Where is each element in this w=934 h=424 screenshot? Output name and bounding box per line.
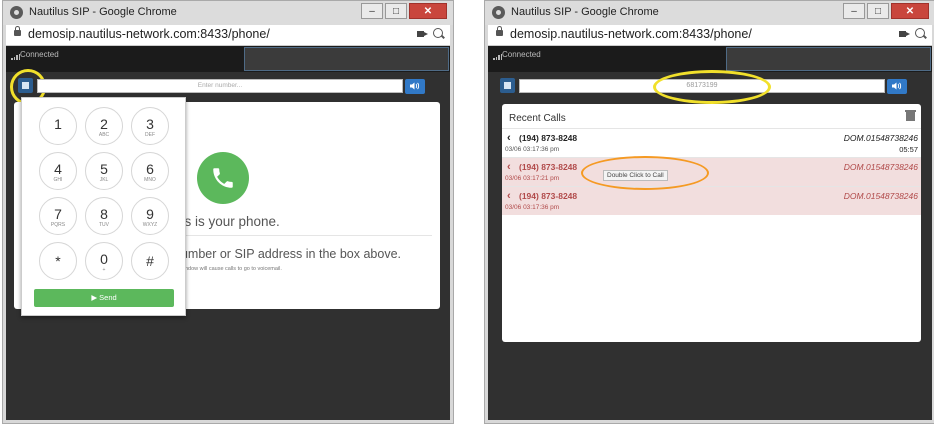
call-row-missed[interactable]: ‹ (194) 873-8248 DOM.01548738246 03/06 0… — [502, 157, 921, 186]
url-text[interactable]: demosip.nautilus-network.com:8433/phone/ — [510, 27, 752, 41]
chevron-left-icon: ‹ — [507, 190, 511, 202]
key-5[interactable]: 5 JKL — [85, 152, 123, 190]
phone-icon-circle — [197, 152, 249, 204]
account-box[interactable] — [244, 47, 449, 71]
speaker-icon — [410, 82, 420, 90]
call-row[interactable]: ‹ (194) 873-8248 DOM.01548738246 03/06 0… — [502, 128, 921, 157]
call-row-missed[interactable]: ‹ (194) 873-8248 DOM.01548738246 03/06 0… — [502, 186, 921, 215]
maximize-button[interactable]: □ — [385, 3, 407, 19]
lock-icon — [14, 26, 21, 36]
key-hash[interactable]: # — [131, 242, 169, 280]
window-controls: – □ ✕ — [359, 3, 447, 19]
key-6[interactable]: 6 MNO — [131, 152, 169, 190]
welcome-text: his is your phone. — [174, 214, 280, 229]
connection-status: Connected — [20, 50, 59, 59]
minimize-button[interactable]: – — [843, 3, 865, 19]
title-bar: Nautilus SIP - Google Chrome – □ ✕ — [485, 1, 934, 25]
speaker-icon — [892, 82, 902, 90]
signal-icon — [11, 54, 20, 60]
volume-button[interactable] — [405, 79, 425, 94]
connection-status: Connected — [502, 50, 541, 59]
highlight-ellipse — [653, 70, 771, 104]
volume-button[interactable] — [887, 79, 907, 94]
address-bar[interactable]: demosip.nautilus-network.com:8433/phone/ — [6, 25, 450, 46]
minimize-button[interactable]: – — [361, 3, 383, 19]
chevron-left-icon: ‹ — [507, 161, 511, 173]
chevron-left-icon: ‹ — [507, 132, 511, 144]
title-bar: Nautilus SIP - Google Chrome – □ ✕ — [3, 1, 453, 25]
key-1[interactable]: 1 — [39, 107, 77, 145]
divider — [174, 235, 432, 236]
window-title: Nautilus SIP - Google Chrome — [29, 6, 177, 18]
key-9[interactable]: 9 WXYZ — [131, 197, 169, 235]
browser-window-dialpad: Nautilus SIP - Google Chrome – □ ✕ demos… — [2, 0, 454, 424]
voicemail-note: le window will cause calls to go to voic… — [174, 266, 282, 272]
page-content: Connected 68173199 Recent Calls ‹ (194) … — [488, 46, 932, 420]
url-text[interactable]: demosip.nautilus-network.com:8433/phone/ — [28, 27, 270, 41]
status-strip: Connected — [488, 46, 932, 72]
dialpad-toggle-button[interactable] — [500, 78, 515, 93]
tooltip-highlight-ellipse — [581, 156, 709, 190]
chrome-icon — [10, 6, 23, 19]
instruction-text: number or SIP address in the box above. — [174, 247, 401, 261]
window-controls: – □ ✕ — [841, 3, 929, 19]
browser-window-recent-calls: Nautilus SIP - Google Chrome – □ ✕ demos… — [484, 0, 934, 424]
maximize-button[interactable]: □ — [867, 3, 889, 19]
call-time: 03/06 03:17:36 pm — [505, 204, 560, 211]
key-3[interactable]: 3 DEF — [131, 107, 169, 145]
key-8[interactable]: 8 TUV — [85, 197, 123, 235]
key-7[interactable]: 7 PQRS — [39, 197, 77, 235]
close-button[interactable]: ✕ — [891, 3, 929, 19]
call-number: (194) 873-8248 — [519, 133, 578, 143]
send-button[interactable]: ▶ Send — [34, 289, 174, 307]
account-box[interactable] — [726, 47, 931, 71]
signal-icon — [493, 54, 502, 60]
lock-icon — [496, 26, 503, 36]
chrome-icon — [492, 6, 505, 19]
key-2[interactable]: 2 ABC — [85, 107, 123, 145]
call-name: DOM.01548738246 — [843, 162, 918, 172]
zoom-icon[interactable] — [915, 28, 925, 38]
window-title: Nautilus SIP - Google Chrome — [511, 6, 659, 18]
address-bar[interactable]: demosip.nautilus-network.com:8433/phone/ — [488, 25, 932, 46]
camera-icon[interactable] — [899, 31, 910, 37]
key-4[interactable]: 4 GHI — [39, 152, 77, 190]
key-0[interactable]: 0 + — [85, 242, 123, 280]
page-content: Connected Enter number... his is your ph… — [6, 46, 450, 420]
recent-calls-title: Recent Calls — [509, 113, 566, 124]
trash-icon[interactable] — [905, 110, 916, 121]
call-number: (194) 873-8248 — [519, 162, 578, 172]
status-strip: Connected — [6, 46, 450, 72]
call-time: 03/06 03:17:21 pm — [505, 175, 560, 182]
call-number: (194) 873-8248 — [519, 191, 578, 201]
zoom-icon[interactable] — [433, 28, 443, 38]
recent-calls-card: Recent Calls ‹ (194) 873-8248 DOM.015487… — [502, 104, 921, 342]
call-name: DOM.01548738246 — [843, 133, 918, 143]
camera-icon[interactable] — [417, 31, 428, 37]
dialpad: 1 2 ABC 3 DEF 4 GHI 5 JKL 6 MNO 7 PQRS 8 TUV 9W… — [21, 97, 186, 316]
call-time: 03/06 03:17:36 pm — [505, 146, 560, 153]
number-input[interactable]: Enter number... — [37, 79, 403, 93]
call-duration: 05:57 — [899, 145, 918, 154]
phone-icon — [213, 168, 233, 188]
close-button[interactable]: ✕ — [409, 3, 447, 19]
call-name: DOM.01548738246 — [843, 191, 918, 201]
key-star[interactable]: * — [39, 242, 77, 280]
